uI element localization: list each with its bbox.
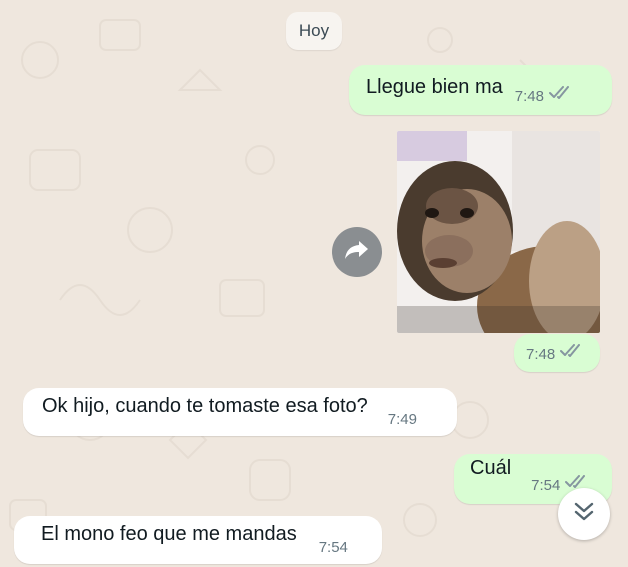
message-text: Llegue bien ma xyxy=(366,76,503,98)
message-time: 7:48 xyxy=(514,88,544,105)
image-message[interactable] xyxy=(397,131,600,333)
outgoing-message[interactable]: Llegue bien ma 7:48 xyxy=(349,65,612,115)
message-time: 7:48 xyxy=(526,346,556,363)
double-check-icon xyxy=(548,86,573,105)
forward-button[interactable] xyxy=(332,227,382,277)
date-chip-label: Hoy xyxy=(298,21,330,40)
incoming-message[interactable]: El mono feo que me mandas 7:54 xyxy=(14,516,382,564)
message-time: 7:54 xyxy=(318,539,348,556)
incoming-message[interactable]: Ok hijo, cuando te tomaste esa foto? 7:4… xyxy=(23,388,457,436)
date-chip: Hoy xyxy=(286,12,342,50)
message-time: 7:49 xyxy=(387,411,417,428)
forward-arrow-icon xyxy=(344,239,370,266)
double-chevron-down-icon xyxy=(572,501,596,528)
monkey-photo xyxy=(397,131,600,333)
image-time-bubble: 7:48 xyxy=(514,334,600,372)
scroll-to-bottom-button[interactable] xyxy=(558,488,610,540)
message-text: Ok hijo, cuando te tomaste esa foto? xyxy=(42,395,368,417)
double-check-icon xyxy=(560,344,584,363)
message-time: 7:54 xyxy=(531,477,561,494)
message-text: El mono feo que me mandas xyxy=(41,523,297,545)
message-text: Cuál xyxy=(470,457,512,479)
